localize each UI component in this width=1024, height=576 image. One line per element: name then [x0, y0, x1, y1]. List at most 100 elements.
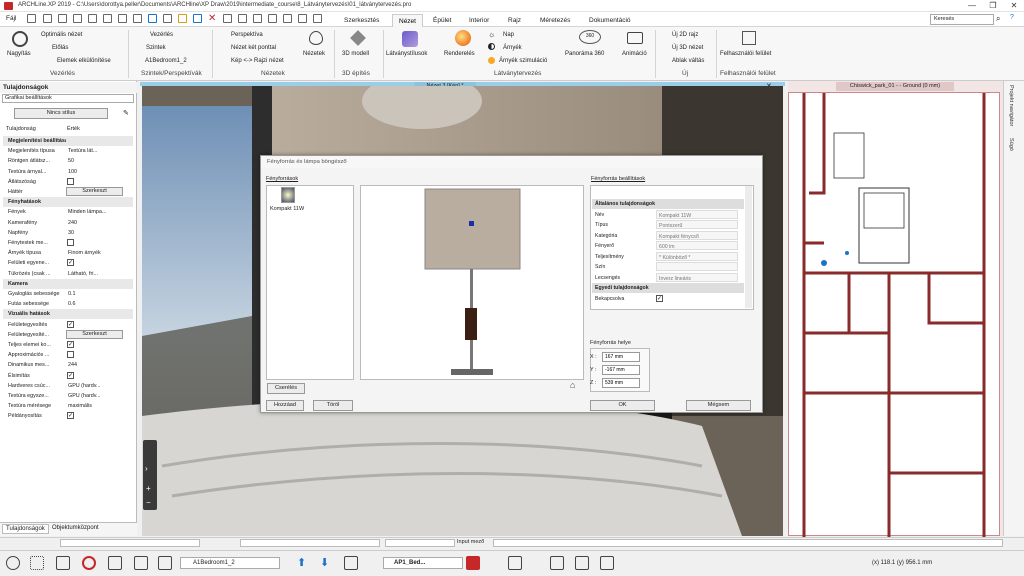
home-icon[interactable]: ⌂: [570, 380, 575, 390]
trim-icon[interactable]: [283, 14, 292, 23]
isolate-elements-button[interactable]: Elemek elkülönítése: [57, 58, 111, 64]
elolas-button[interactable]: Előlás: [52, 45, 68, 51]
nav-arrow-icon[interactable]: ›: [145, 464, 148, 473]
align-icon[interactable]: [238, 14, 247, 23]
property-row[interactable]: Felületi egyene... ✓: [3, 258, 133, 268]
settings-gear-icon[interactable]: [6, 556, 20, 570]
setting-row[interactable]: Általános tulajdonságok: [592, 199, 744, 209]
sun-icon[interactable]: ☼: [488, 30, 495, 39]
property-value[interactable]: 0.1: [66, 289, 123, 298]
property-value[interactable]: 244: [66, 360, 123, 370]
layers-icon[interactable]: [158, 556, 172, 570]
open-icon[interactable]: [43, 14, 52, 23]
property-row[interactable]: Futás sebessége 0.6: [3, 299, 133, 309]
two-point-view-button[interactable]: Nézet két ponttal: [231, 45, 276, 51]
input-field-2[interactable]: [385, 539, 455, 547]
property-row[interactable]: Felületegyesítés ✓: [3, 320, 133, 330]
property-value[interactable]: Látható, fri...: [66, 268, 123, 278]
property-row[interactable]: Megjelenítési beállítása (3D): [3, 136, 133, 146]
grid-icon[interactable]: [103, 14, 112, 23]
property-row[interactable]: Teljes elemei ko... ✓: [3, 340, 133, 350]
setting-row[interactable]: Szín: [592, 262, 744, 272]
camera-icon[interactable]: [627, 32, 643, 44]
light-source-item[interactable]: Kompakt 11W: [270, 206, 304, 212]
setting-row[interactable]: Bekapcsolva ✓: [592, 294, 744, 304]
property-value[interactable]: 100: [66, 166, 123, 176]
property-row[interactable]: Napfény 30: [3, 227, 133, 238]
property-value[interactable]: Textúra lát...: [66, 146, 123, 156]
property-row[interactable]: Megjelenítés típusa Textúra lát...: [3, 146, 133, 156]
tab-dokumentacio[interactable]: Dokumentáció: [583, 14, 637, 27]
property-checkbox[interactable]: ✓: [67, 259, 74, 267]
ui-layout-icon[interactable]: [742, 31, 756, 45]
rotate-icon[interactable]: [253, 14, 262, 23]
property-row[interactable]: Textúra árnyal... 100: [3, 166, 133, 177]
image-drawing-toggle[interactable]: Kép <-> Rajzi nézet: [231, 58, 284, 64]
panorama-button[interactable]: Panoráma 360: [565, 51, 604, 57]
3d-model-button[interactable]: 3D modell: [342, 51, 369, 57]
replace-button[interactable]: Cserélés: [267, 383, 305, 394]
save-icon[interactable]: [58, 14, 67, 23]
property-row[interactable]: Fényhatások: [3, 197, 133, 208]
close-button[interactable]: ✕: [1004, 0, 1024, 12]
perspective-button[interactable]: Perspektíva: [231, 32, 263, 38]
tab-nezet[interactable]: Nézet: [392, 14, 423, 27]
property-value[interactable]: GPU (hardv...: [66, 380, 123, 390]
tab-epulet[interactable]: Épület: [427, 14, 457, 27]
property-row[interactable]: Háttér Szerkeszt: [3, 187, 133, 197]
edit-pencil-icon[interactable]: ✎: [123, 109, 129, 117]
property-checkbox[interactable]: ✓: [67, 371, 74, 379]
file-menu[interactable]: Fájl: [6, 15, 16, 22]
shadow-sim-icon[interactable]: [488, 57, 495, 64]
property-edit-button[interactable]: Szerkeszt: [66, 329, 123, 339]
property-edit-button[interactable]: Szerkeszt: [66, 187, 123, 196]
setting-row[interactable]: Kategória Kompakt fénycső: [592, 230, 744, 241]
delete-icon[interactable]: ✕: [208, 13, 216, 24]
measure-icon[interactable]: [313, 14, 322, 23]
setting-value[interactable]: Kompakt fénycső: [656, 230, 738, 240]
optimal-view-button[interactable]: Optimális nézet: [41, 32, 82, 38]
visual-styles-button[interactable]: Látványstílusok: [386, 51, 427, 57]
no-style-button[interactable]: Nincs stílus: [14, 108, 108, 119]
shadow-simulation-button[interactable]: Árnyék szimuláció: [499, 58, 547, 64]
property-value[interactable]: maximális: [66, 401, 123, 411]
property-row[interactable]: Textúra egysze... GPU (hardv...: [3, 391, 133, 401]
property-row[interactable]: Vizuális hatások: [3, 309, 133, 320]
setting-row[interactable]: Lecsengés Inverz lineáris: [592, 272, 744, 283]
property-value[interactable]: 240: [66, 217, 123, 227]
setting-value[interactable]: [656, 262, 738, 271]
vezerles-dropdown[interactable]: Vezérlés: [150, 32, 173, 38]
property-row[interactable]: Tükrözés (csak ... Látható, fri...: [3, 268, 133, 279]
setting-row[interactable]: Fényerő 600 lm: [592, 241, 744, 251]
undo-icon[interactable]: [118, 14, 127, 23]
cancel-button[interactable]: Mégsem: [686, 400, 751, 411]
sun-dropdown[interactable]: Nap: [503, 32, 514, 38]
level-dropdown[interactable]: A1Bedroom1_2: [145, 58, 187, 64]
settings-scrollbar[interactable]: [745, 186, 752, 308]
perspective-view-icon[interactable]: [508, 556, 522, 570]
new-icon[interactable]: [27, 14, 36, 23]
color-icon[interactable]: [466, 556, 480, 570]
zoom-out-icon[interactable]: −: [146, 498, 151, 507]
cut-icon[interactable]: [163, 14, 172, 23]
cursor-icon[interactable]: [134, 556, 148, 570]
tab-szerkesztes[interactable]: Szerkesztés: [338, 14, 385, 27]
help-tab[interactable]: Súgó: [1008, 138, 1014, 151]
property-row[interactable]: Textúra mérésege maximális: [3, 401, 133, 411]
grid-snap-icon[interactable]: [30, 556, 44, 570]
property-row[interactable]: Felületegyesíté... Szerkeszt: [3, 329, 133, 340]
property-value[interactable]: GPU (hardv...: [66, 391, 123, 400]
setting-row[interactable]: Név Kompakt 11W: [592, 209, 744, 220]
command-field[interactable]: [60, 539, 200, 547]
property-value[interactable]: 0.6: [66, 299, 123, 309]
property-row[interactable]: Átlátszóság: [3, 177, 133, 187]
styles-cube-icon[interactable]: [402, 31, 418, 47]
setting-row[interactable]: Teljesítmény * Különböző *: [592, 251, 744, 262]
property-row[interactable]: Hardveres csúc... GPU (hardv...: [3, 380, 133, 391]
dimension-icon[interactable]: [550, 556, 564, 570]
panorama-360-icon[interactable]: 360: [579, 30, 601, 44]
tab-meretezes[interactable]: Méretezés: [534, 14, 576, 27]
zoom-in-icon[interactable]: +: [146, 484, 151, 493]
layer-selector[interactable]: AP1_Bed...: [383, 557, 463, 569]
setting-value[interactable]: Pontszerű: [656, 220, 738, 229]
